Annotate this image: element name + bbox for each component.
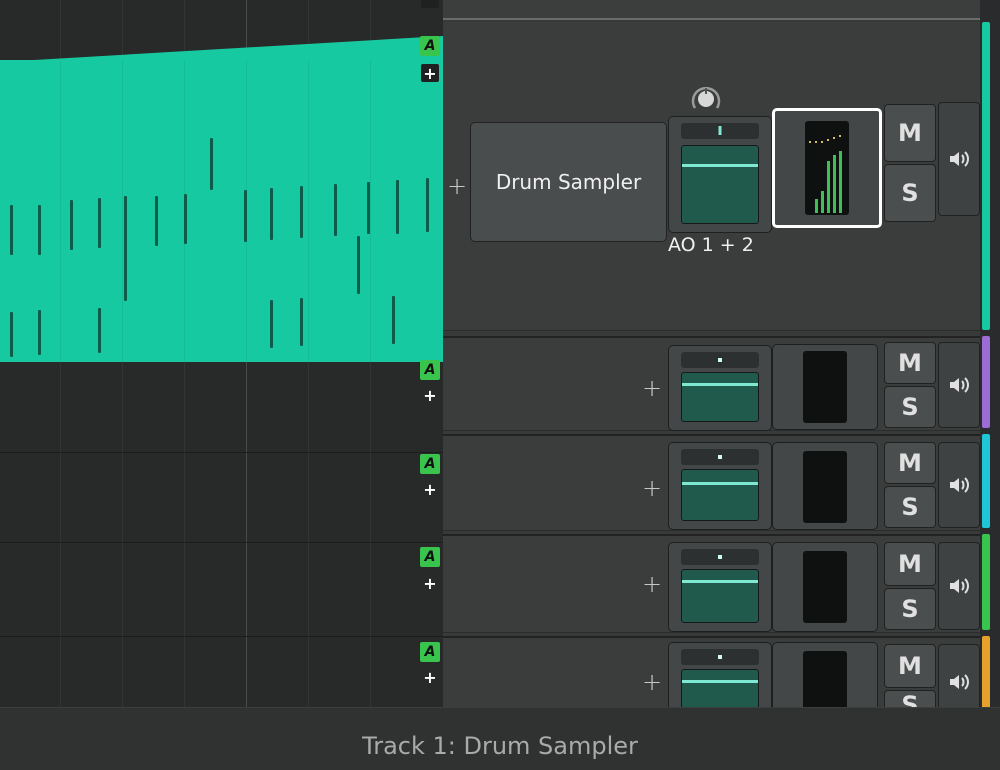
meter-screen [803, 651, 847, 711]
automation-badge[interactable]: A [420, 36, 440, 56]
midi-note[interactable] [334, 184, 337, 236]
automation-badge[interactable]: A [420, 642, 440, 662]
midi-note[interactable] [38, 205, 41, 255]
solo-button[interactable]: S [884, 588, 936, 630]
add-lane-button[interactable] [421, 0, 439, 8]
solo-button[interactable]: S [884, 164, 936, 222]
midi-note[interactable] [357, 236, 360, 294]
automation-badge[interactable]: A [420, 547, 440, 567]
midi-note[interactable] [426, 178, 429, 232]
output-selector[interactable] [681, 352, 759, 368]
midi-note[interactable] [270, 300, 273, 348]
output-selector[interactable] [681, 549, 759, 565]
add-lane-button[interactable]: + [421, 480, 439, 499]
output-level-display [681, 469, 759, 521]
audio-output-device[interactable] [668, 345, 772, 431]
previous-track-header [443, 0, 980, 20]
audio-output-device[interactable] [668, 542, 772, 632]
track-divider [0, 636, 443, 637]
audio-output-device[interactable] [668, 116, 772, 233]
add-lane-button[interactable]: + [421, 668, 439, 687]
input-knob-icon[interactable] [689, 84, 723, 118]
add-lane-button[interactable]: + [421, 64, 439, 83]
track-color-strip [982, 636, 990, 716]
midi-note[interactable] [396, 180, 399, 234]
speaker-icon[interactable] [938, 442, 980, 528]
mute-button[interactable]: M [884, 342, 936, 384]
track-color-strip [982, 434, 990, 528]
midi-note[interactable] [38, 310, 41, 355]
output-routing-label: AO 1 + 2 [668, 234, 754, 256]
midi-note[interactable] [98, 308, 101, 353]
midi-note[interactable] [367, 182, 370, 234]
speaker-icon[interactable] [938, 542, 980, 630]
midi-note[interactable] [184, 194, 187, 244]
output-selector[interactable] [681, 649, 759, 665]
output-level-display [681, 569, 759, 623]
meter-screen [803, 351, 847, 423]
add-device-button[interactable]: + [642, 668, 662, 696]
automation-badge[interactable]: A [420, 360, 440, 380]
midi-note[interactable] [300, 298, 303, 346]
add-device-button[interactable]: + [642, 474, 662, 502]
track-color-strip [982, 336, 990, 428]
output-selector[interactable] [681, 123, 759, 139]
meter-screen [803, 551, 847, 623]
midi-note[interactable] [210, 138, 213, 190]
audio-output-device[interactable] [668, 442, 772, 530]
instrument-device-drum-sampler[interactable]: Drum Sampler [470, 122, 667, 242]
output-level-display [681, 669, 759, 709]
mute-button[interactable]: M [884, 644, 936, 688]
meter-screen [803, 451, 847, 523]
speaker-icon[interactable] [938, 342, 980, 428]
output-level-display [681, 372, 759, 422]
add-device-button[interactable]: + [642, 374, 662, 402]
add-lane-button[interactable]: + [421, 386, 439, 405]
midi-note[interactable] [98, 198, 101, 248]
add-device-button[interactable]: + [447, 172, 467, 200]
midi-note[interactable] [392, 296, 395, 344]
midi-clip[interactable] [0, 60, 443, 362]
midi-note[interactable] [300, 186, 303, 238]
track-meter[interactable] [772, 344, 878, 430]
solo-button[interactable]: S [884, 486, 936, 528]
midi-note[interactable] [270, 188, 273, 240]
track-meter[interactable] [772, 442, 878, 530]
track-color-strip [982, 22, 990, 330]
midi-note[interactable] [70, 200, 73, 250]
add-device-button[interactable]: + [642, 570, 662, 598]
output-selector[interactable] [681, 449, 759, 465]
add-lane-button[interactable]: + [421, 574, 439, 593]
selected-track-title: Track 1: Drum Sampler [362, 732, 638, 760]
mute-button[interactable]: M [884, 104, 936, 162]
midi-note[interactable] [155, 196, 158, 246]
track-color-strip [982, 534, 990, 630]
mute-button[interactable]: M [884, 542, 936, 586]
output-level-display [681, 145, 759, 224]
track-divider [0, 452, 443, 453]
midi-note[interactable] [244, 190, 247, 242]
meter-screen [805, 121, 849, 215]
midi-note[interactable] [10, 205, 13, 255]
midi-note[interactable] [10, 312, 13, 357]
track-meter-selected[interactable] [772, 108, 882, 228]
track-meter[interactable] [772, 542, 878, 632]
midi-note[interactable] [124, 196, 127, 301]
solo-button[interactable]: S [884, 386, 936, 428]
track-divider [0, 542, 443, 543]
automation-badge[interactable]: A [420, 454, 440, 474]
speaker-icon[interactable] [938, 102, 980, 216]
mute-button[interactable]: M [884, 442, 936, 484]
